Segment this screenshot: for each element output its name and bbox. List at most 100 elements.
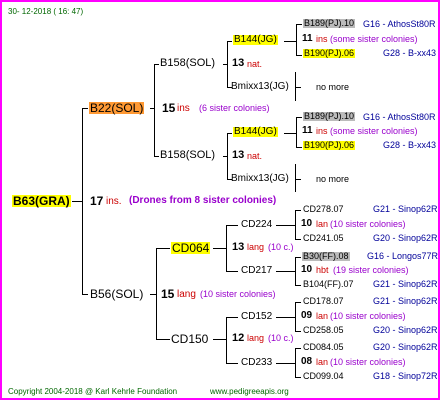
connector [227,133,232,134]
connector [295,210,301,211]
connector [295,348,301,349]
dam-generation: 15 [161,287,175,301]
b190-queen-upper[interactable]: B190(PJ).06 [303,49,356,58]
connector [296,24,297,56]
connector [296,55,302,56]
b144-note-lower: (some sister colonies) [330,126,418,136]
cd152-queen[interactable]: CD152 [241,312,272,322]
footer-copyright: Copyright 2004-2018 @ Karl Kehrle Founda… [8,387,178,396]
connector [154,156,159,157]
cd233-queen[interactable]: CD233 [241,358,272,368]
cd064-queen[interactable]: CD064 [171,242,211,254]
connector [213,248,227,249]
connector [276,271,296,272]
b158-queen-lower[interactable]: B158(SOL) [160,150,215,161]
b158-generation-lower: 13 [232,149,245,161]
no-more-upper: no more [316,82,350,92]
cd278-code: G21 - Sinop62R [373,204,438,214]
b144-generation-upper: 11 [302,33,313,44]
connector [226,225,238,226]
b190-code-lower: G28 - B-xx43 [383,140,437,150]
b144-note-upper: (some sister colonies) [330,34,418,44]
connector [276,363,296,364]
cd233-note: (10 sister colonies) [330,357,406,367]
bmixx13-queen-lower[interactable]: Bmixx13(JG) [231,174,289,184]
connector [82,294,88,295]
b190-code-upper: G28 - B-xx43 [383,48,437,58]
cd217-generation: 10 [301,264,313,275]
footer-url[interactable]: www.pedigreeapis.org [210,388,289,396]
cd178-code: G21 - Sinop62R [373,296,438,306]
cd233-generation: 08 [301,356,313,367]
connector [296,24,302,25]
connector [227,41,232,42]
cd224-queen[interactable]: CD224 [241,220,272,230]
cd150-queen[interactable]: CD150 [171,333,208,345]
connector [276,317,296,318]
root-drone-note: (Drones from 8 sister colonies) [129,195,277,206]
b189-queen-upper[interactable]: B189(PJ).10 [303,19,356,28]
connector [227,41,228,88]
connector [156,339,170,340]
b189-code-upper: G16 - AthosSt80R [363,19,436,29]
cd258-queen[interactable]: CD258.05 [303,326,344,335]
b144-queen-upper[interactable]: B144(JG) [233,35,278,45]
b158-generation-upper: 13 [232,57,245,69]
b158-queen-upper[interactable]: B158(SOL) [160,58,215,69]
cd099-queen[interactable]: CD099.04 [303,372,344,381]
dam-queen[interactable]: B56(SOL) [90,288,143,300]
dam-sister-note: (10 sister colonies) [200,289,276,299]
connector [295,164,296,192]
connector [295,348,296,378]
cd152-lang: lan [316,311,329,321]
root-queen[interactable]: B63(GRA) [12,195,71,207]
connector [295,302,301,303]
connector [296,117,297,148]
b104-queen[interactable]: B104(FF).07 [303,280,354,289]
connector [295,302,296,332]
sire-generation: 15 [162,101,176,115]
b190-queen-lower[interactable]: B190(PJ).06 [303,141,356,150]
connector [296,147,302,148]
cd150-generation: 12 [232,332,245,344]
sire-insemination: ins [177,103,190,114]
sire-sister-note: (6 sister colonies) [199,103,270,113]
cd152-note: (10 sister colonies) [330,311,406,321]
cd150-lang: lang [247,333,265,343]
connector [82,108,83,295]
connector [295,377,301,378]
root-generation: 17 [90,194,104,208]
connector [296,117,302,118]
cd241-queen[interactable]: CD241.05 [303,234,344,243]
bmixx13-queen-upper[interactable]: Bmixx13(JG) [231,82,289,92]
b189-queen-lower[interactable]: B189(PJ).10 [303,112,356,121]
cd084-queen[interactable]: CD084.05 [303,343,344,352]
cd224-note: (10 sister colonies) [330,219,406,229]
connector [295,72,296,101]
b144-ins-upper: ins [316,34,328,44]
cd217-hbt: hbt [316,265,329,275]
pedigree-chart: 30- 12-2018 ( 16: 47) B63(GRA) 17 ins. (… [0,0,440,400]
cd064-lang: lang [247,242,265,252]
cd152-generation: 09 [301,310,313,321]
cd217-queen[interactable]: CD217 [241,266,272,276]
cd178-queen[interactable]: CD178.07 [303,297,344,306]
connector [226,317,227,364]
b144-generation-lower: 11 [302,125,313,136]
connector [295,285,301,286]
cd233-lang: lan [316,357,329,367]
b189-code-lower: G16 - AthosSt80R [363,112,436,122]
connector [226,317,238,318]
cd084-code: G20 - Sinop62R [373,342,438,352]
connector [295,257,296,286]
b158-nat-upper: nat. [247,59,263,69]
cd099-code: G18 - Sinop72R [373,371,438,381]
connector [154,64,155,157]
b144-queen-lower[interactable]: B144(JG) [233,127,278,137]
sire-queen[interactable]: B22(SOL) [89,102,145,114]
cd278-queen[interactable]: CD278.07 [303,205,344,214]
connector [226,271,238,272]
b158-nat-lower: nat. [247,151,263,161]
b30-queen[interactable]: B30(FF).08 [302,252,350,261]
connector [82,108,88,109]
